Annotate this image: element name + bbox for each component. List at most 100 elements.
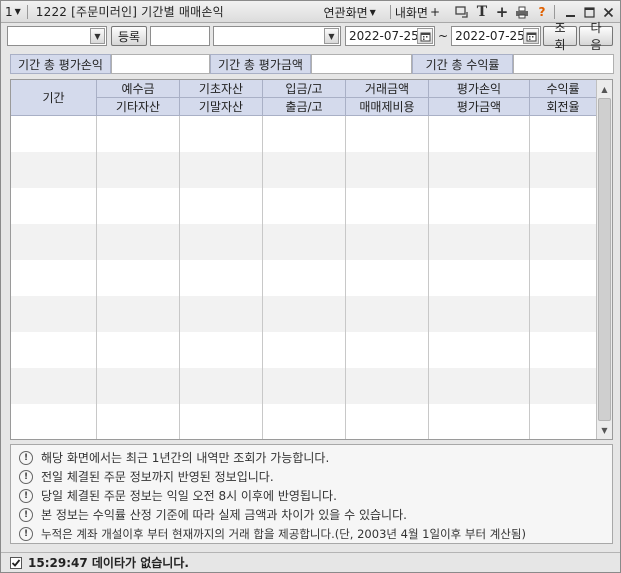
info-icon: ! [19,450,33,465]
table-row[interactable] [11,188,597,224]
query-toolbar: ▼ 등록 ▼ 2022-07-25 ~ 2022-07-25 조회 다음 [7,21,616,52]
column-divider [179,116,180,439]
minimize-icon[interactable] [562,4,578,20]
header-eval-amount[interactable]: 평가금액 [429,98,530,116]
table-row[interactable] [11,116,597,152]
column-divider [428,116,429,439]
notice-text: 당일 체결된 주문 정보는 익일 오전 8시 이후에 반영됩니다. [41,489,337,503]
main-window: 1 ▼ 1222 [주문미러인] 기간별 매매손익 연관화면 ▼ 내화면 + T… [0,0,621,573]
header-end-assets[interactable]: 기말자산 [180,98,263,116]
info-icon: ! [19,488,33,503]
table-row[interactable] [11,260,597,296]
total-pnl-value [111,54,210,74]
total-return-label: 기간 총 수익률 [412,54,513,74]
grid-header: 기간 예수금 기타자산 기초자산 기말자산 입금/고 출금/고 거래금액 매매제… [11,80,597,116]
header-turnover[interactable]: 회전율 [530,98,597,116]
notice-item: ! 누적은 계좌 개설이후 부터 현재까지의 거래 합을 제공합니다.(단, 2… [19,524,612,543]
title-divider [389,5,391,19]
table-row[interactable] [11,332,597,368]
date-from-field[interactable]: 2022-07-25 [345,26,435,46]
help-icon[interactable]: ? [534,4,550,20]
header-deposit[interactable]: 예수금 [97,80,180,98]
date-to-field[interactable]: 2022-07-25 [451,26,542,46]
date-to-value: 2022-07-25 [455,29,525,43]
notice-panel: ! 해당 화면에서는 최근 1년간의 내역만 조회가 가능합니다. ! 전일 체… [10,444,613,544]
header-eval-pnl[interactable]: 평가손익 [429,80,530,98]
next-button[interactable]: 다음 [579,21,614,52]
calendar-icon[interactable] [523,28,540,44]
text-size-icon[interactable]: T [474,4,490,20]
header-deposit-in[interactable]: 입금/고 [263,80,346,98]
chevron-down-icon[interactable]: ▼ [90,28,105,44]
total-pnl-label: 기간 총 평가손익 [10,54,111,74]
title-divider [554,5,555,19]
screen-number-dropdown[interactable]: 1 ▼ [5,5,21,19]
period-summary: 기간 총 평가손익 기간 총 평가금액 기간 총 수익률 [10,54,614,74]
header-period[interactable]: 기간 [11,80,97,116]
maximize-icon[interactable] [581,4,597,20]
related-screens-menu[interactable]: 연관화면 ▼ [323,4,375,21]
scroll-thumb[interactable] [598,98,611,421]
column-divider [262,116,263,439]
link-screen-icon[interactable] [454,4,470,20]
notice-text: 본 정보는 수익률 산정 기준에 따라 실제 금액과 차이가 있을 수 있습니다… [41,508,407,522]
notice-item: ! 전일 체결된 주문 정보까지 반영된 정보입니다. [19,467,612,486]
password-field[interactable] [150,26,210,46]
notice-item: ! 본 정보는 수익률 산정 기준에 따라 실제 금액과 차이가 있을 수 있습… [19,505,612,524]
chevron-down-icon: ▼ [369,7,376,17]
notice-item: ! 당일 체결된 주문 정보는 익일 오전 8시 이후에 반영됩니다. [19,486,612,505]
info-icon: ! [19,526,33,541]
header-withdraw-out[interactable]: 출금/고 [263,98,346,116]
header-base-assets[interactable]: 기초자산 [180,80,263,98]
print-icon[interactable] [514,4,530,20]
table-row[interactable] [11,224,597,260]
date-from-value: 2022-07-25 [349,29,419,43]
related-screens-label: 연관화면 [323,5,368,20]
notice-text: 전일 체결된 주문 정보까지 반영된 정보입니다. [41,470,274,484]
header-trade-amount[interactable]: 거래금액 [346,80,429,98]
status-checkbox[interactable] [10,556,22,569]
close-icon[interactable] [600,4,616,20]
condition-select[interactable]: ▼ [213,26,341,46]
add-icon[interactable]: + [494,3,510,21]
scroll-down-icon[interactable]: ▼ [597,422,612,438]
calendar-icon[interactable] [417,28,433,44]
info-icon: ! [19,507,33,522]
chevron-down-icon: ▼ [14,7,21,16]
notice-text: 누적은 계좌 개설이후 부터 현재까지의 거래 합을 제공합니다.(단, 200… [41,526,526,541]
table-row[interactable] [11,152,597,188]
query-button[interactable]: 조회 [543,21,578,52]
grid-body[interactable] [11,116,597,439]
chevron-down-icon[interactable]: ▼ [324,28,339,44]
header-other-assets[interactable]: 기타자산 [97,98,180,116]
screen-number: 1 [5,4,13,19]
register-button[interactable]: 등록 [111,26,147,46]
title-bar: 1 ▼ 1222 [주문미러인] 기간별 매매손익 연관화면 ▼ 내화면 + T… [1,1,620,23]
status-bar: 15:29:47 데이타가 없습니다. [1,552,620,572]
header-return-rate[interactable]: 수익률 [530,80,597,98]
table-row[interactable] [11,368,597,404]
title-bar-controls: 연관화면 ▼ 내화면 + T + ? [323,1,616,23]
header-trade-fees[interactable]: 매매제비용 [346,98,429,116]
my-screen-label: 내화면 [394,5,428,20]
table-row[interactable] [11,296,597,332]
account-select[interactable]: ▼ [7,26,107,46]
table-row[interactable] [11,404,597,439]
window-title: 1222 [주문미러인] 기간별 매매손익 [35,5,224,19]
my-screen-button[interactable]: 내화면 + [395,4,440,21]
column-divider [529,116,530,439]
column-divider [345,116,346,439]
total-return-value [513,54,614,74]
plus-icon: + [429,5,440,19]
title-separator [26,4,28,19]
pnl-grid[interactable]: 기간 예수금 기타자산 기초자산 기말자산 입금/고 출금/고 거래금액 매매제… [10,79,613,440]
status-message: 15:29:47 데이타가 없습니다. [28,556,189,570]
notice-item: ! 해당 화면에서는 최근 1년간의 내역만 조회가 가능합니다. [19,448,612,467]
info-icon: ! [19,469,33,484]
total-eval-label: 기간 총 평가금액 [210,54,311,74]
date-range-separator: ~ [438,29,449,43]
total-eval-value [311,54,412,74]
notice-text: 해당 화면에서는 최근 1년간의 내역만 조회가 가능합니다. [41,451,330,465]
scroll-up-icon[interactable]: ▲ [597,81,612,97]
vertical-scrollbar[interactable]: ▲ ▼ [596,80,612,439]
